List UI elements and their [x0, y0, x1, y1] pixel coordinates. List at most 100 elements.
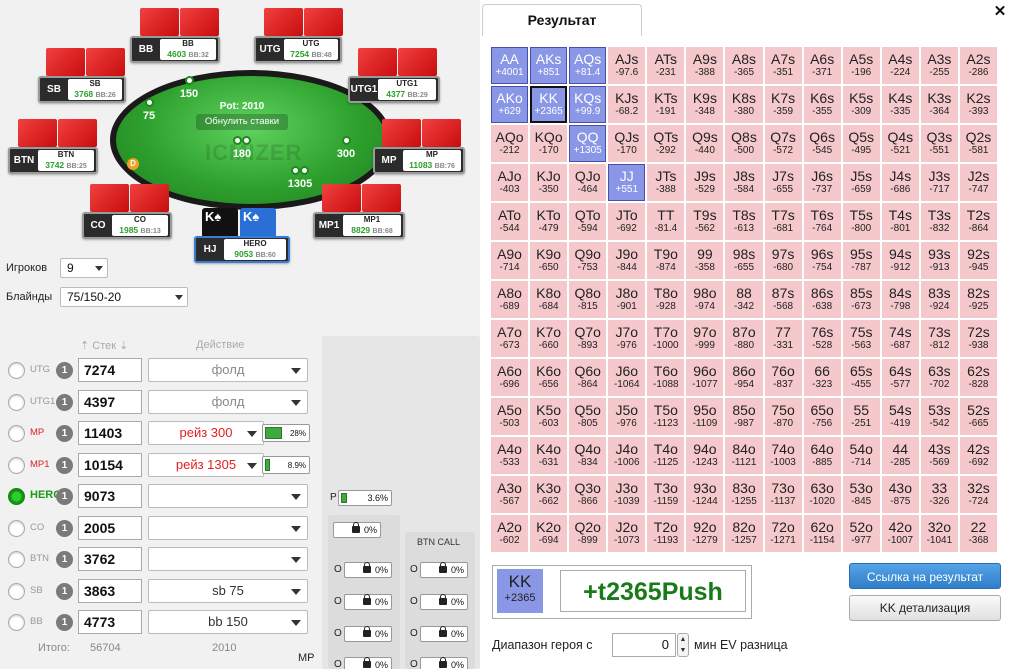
player-action-select[interactable]: рейз 300 — [148, 421, 264, 445]
hand-cell-65o[interactable]: 65o -756 — [803, 398, 841, 435]
hand-cell-85o[interactable]: 85o -987 — [725, 398, 763, 435]
hand-cell-82s[interactable]: 82s -925 — [959, 281, 997, 318]
player-stack-input[interactable]: 4397 — [78, 389, 142, 414]
hand-cell-T2o[interactable]: T2o -1193 — [647, 515, 685, 552]
hand-cell-J7s[interactable]: J7s -655 — [764, 164, 802, 201]
hand-cell-QTo[interactable]: QTo -594 — [569, 203, 607, 240]
hand-cell-AA[interactable]: AA +4001 — [491, 47, 529, 84]
hand-cell-52s[interactable]: 52s -665 — [959, 398, 997, 435]
hand-cell-J6s[interactable]: J6s -737 — [803, 164, 841, 201]
hand-cell-32o[interactable]: 32o -1041 — [920, 515, 958, 552]
hand-cell-83o[interactable]: 83o -1255 — [725, 476, 763, 513]
hand-cell-93s[interactable]: 93s -913 — [920, 242, 958, 279]
hand-cell-ATs[interactable]: ATs -231 — [647, 47, 685, 84]
hand-cell-A8o[interactable]: A8o -689 — [491, 281, 529, 318]
hand-cell-95s[interactable]: 95s -787 — [842, 242, 880, 279]
hand-cell-Q3o[interactable]: Q3o -866 — [569, 476, 607, 513]
hand-cell-32s[interactable]: 32s -724 — [959, 476, 997, 513]
hand-cell-84s[interactable]: 84s -798 — [881, 281, 919, 318]
seat-utg[interactable]: UTG UTG 7254 BB:48 — [254, 36, 342, 63]
hand-cell-QTs[interactable]: QTs -292 — [647, 125, 685, 162]
hand-cell-K4o[interactable]: K4o -631 — [530, 437, 568, 474]
p-equity-field[interactable]: 3.6% — [338, 490, 392, 506]
hand-cell-JJ[interactable]: JJ +551 — [608, 164, 646, 201]
hand-cell-72s[interactable]: 72s -938 — [959, 320, 997, 357]
hand-cell-74o[interactable]: 74o -1003 — [764, 437, 802, 474]
hand-cell-A7s[interactable]: A7s -351 — [764, 47, 802, 84]
hand-cell-43o[interactable]: 43o -875 — [881, 476, 919, 513]
hand-cell-K5o[interactable]: K5o -603 — [530, 398, 568, 435]
hand-cell-K7s[interactable]: K7s -359 — [764, 86, 802, 123]
hand-cell-85s[interactable]: 85s -673 — [842, 281, 880, 318]
hand-cell-T7o[interactable]: T7o -1000 — [647, 320, 685, 357]
seat-co[interactable]: CO CO 1985 BB:13 — [82, 212, 172, 239]
hand-cell-Q3s[interactable]: Q3s -551 — [920, 125, 958, 162]
hand-cell-JTs[interactable]: JTs -388 — [647, 164, 685, 201]
hand-cell-J5o[interactable]: J5o -976 — [608, 398, 646, 435]
player-range-percent[interactable]: 8.9% — [262, 455, 310, 474]
stack-column-header[interactable]: ⇡ Стек ⇣ — [80, 339, 128, 352]
hand-cell-Q7o[interactable]: Q7o -893 — [569, 320, 607, 357]
hand-cell-73o[interactable]: 73o -1137 — [764, 476, 802, 513]
blinds-select[interactable]: 75/150-20 — [60, 287, 188, 307]
hand-cell-86s[interactable]: 86s -638 — [803, 281, 841, 318]
hand-cell-J3s[interactable]: J3s -717 — [920, 164, 958, 201]
player-action-select[interactable] — [148, 484, 308, 508]
hand-cell-84o[interactable]: 84o -1121 — [725, 437, 763, 474]
hand-cell-T9o[interactable]: T9o -874 — [647, 242, 685, 279]
hand-cell-AQs[interactable]: AQs +81.4 — [569, 47, 607, 84]
hand-cell-AJo[interactable]: AJo -403 — [491, 164, 529, 201]
player-select-radio[interactable] — [8, 456, 25, 474]
hand-cell-A5o[interactable]: A5o -503 — [491, 398, 529, 435]
hand-cell-62s[interactable]: 62s -828 — [959, 359, 997, 396]
hand-cell-J4s[interactable]: J4s -686 — [881, 164, 919, 201]
hand-cell-75o[interactable]: 75o -870 — [764, 398, 802, 435]
right-lock-field[interactable]: 0% — [420, 626, 468, 642]
hand-cell-K9s[interactable]: K9s -348 — [686, 86, 724, 123]
hand-cell-96o[interactable]: 96o -1077 — [686, 359, 724, 396]
player-stack-input[interactable]: 3863 — [78, 578, 142, 603]
hand-cell-64o[interactable]: 64o -885 — [803, 437, 841, 474]
player-stack-input[interactable]: 9073 — [78, 484, 142, 508]
hand-cell-53o[interactable]: 53o -845 — [842, 476, 880, 513]
hand-cell-87o[interactable]: 87o -880 — [725, 320, 763, 357]
player-stack-input[interactable]: 7274 — [78, 358, 142, 382]
right-lock-field[interactable]: 0% — [420, 562, 468, 578]
hand-cell-Q6o[interactable]: Q6o -864 — [569, 359, 607, 396]
hand-cell-42o[interactable]: 42o -1007 — [881, 515, 919, 552]
hand-cell-AKo[interactable]: AKo +629 — [491, 86, 529, 123]
hand-cell-J2o[interactable]: J2o -1073 — [608, 515, 646, 552]
hand-cell-83s[interactable]: 83s -924 — [920, 281, 958, 318]
hand-cell-K9o[interactable]: K9o -650 — [530, 242, 568, 279]
player-stack-input[interactable]: 2005 — [78, 515, 142, 540]
seat-sb[interactable]: SB SB 3768 BB:26 — [38, 76, 126, 103]
hand-cell-AQo[interactable]: AQo -212 — [491, 125, 529, 162]
hand-cell-92s[interactable]: 92s -945 — [959, 242, 997, 279]
hand-cell-94o[interactable]: 94o -1243 — [686, 437, 724, 474]
hand-cell-54o[interactable]: 54o -714 — [842, 437, 880, 474]
seat-utg1[interactable]: UTG1 UTG1 4377 BB:29 — [348, 76, 440, 103]
min-ev-input[interactable]: 0 — [612, 633, 676, 657]
hand-cell-Q8o[interactable]: Q8o -815 — [569, 281, 607, 318]
left-lock-field[interactable]: 0% — [344, 657, 392, 669]
hand-cell-KQs[interactable]: KQs +99.9 — [569, 86, 607, 123]
hand-cell-T6o[interactable]: T6o -1088 — [647, 359, 685, 396]
right-lock-field[interactable]: 0% — [420, 594, 468, 610]
hand-cell-Q9s[interactable]: Q9s -440 — [686, 125, 724, 162]
player-select-radio[interactable] — [8, 551, 25, 568]
hand-cell-AJs[interactable]: AJs -97.6 — [608, 47, 646, 84]
player-select-radio[interactable] — [8, 393, 25, 411]
hand-cell-KTs[interactable]: KTs -191 — [647, 86, 685, 123]
hand-cell-Q8s[interactable]: Q8s -500 — [725, 125, 763, 162]
hand-cell-98s[interactable]: 98s -655 — [725, 242, 763, 279]
player-stack-input[interactable]: 11403 — [78, 421, 142, 445]
hand-cell-Q4o[interactable]: Q4o -834 — [569, 437, 607, 474]
player-select-radio[interactable] — [8, 582, 25, 600]
hand-cell-J2s[interactable]: J2s -747 — [959, 164, 997, 201]
seat-mp1[interactable]: MP1 MP1 8829 BB:68 — [313, 212, 405, 239]
hand-cell-99[interactable]: 99 -358 — [686, 242, 724, 279]
hand-cell-98o[interactable]: 98o -974 — [686, 281, 724, 318]
player-select-radio[interactable] — [8, 488, 25, 505]
hand-cell-73s[interactable]: 73s -812 — [920, 320, 958, 357]
hand-cell-T4s[interactable]: T4s -801 — [881, 203, 919, 240]
